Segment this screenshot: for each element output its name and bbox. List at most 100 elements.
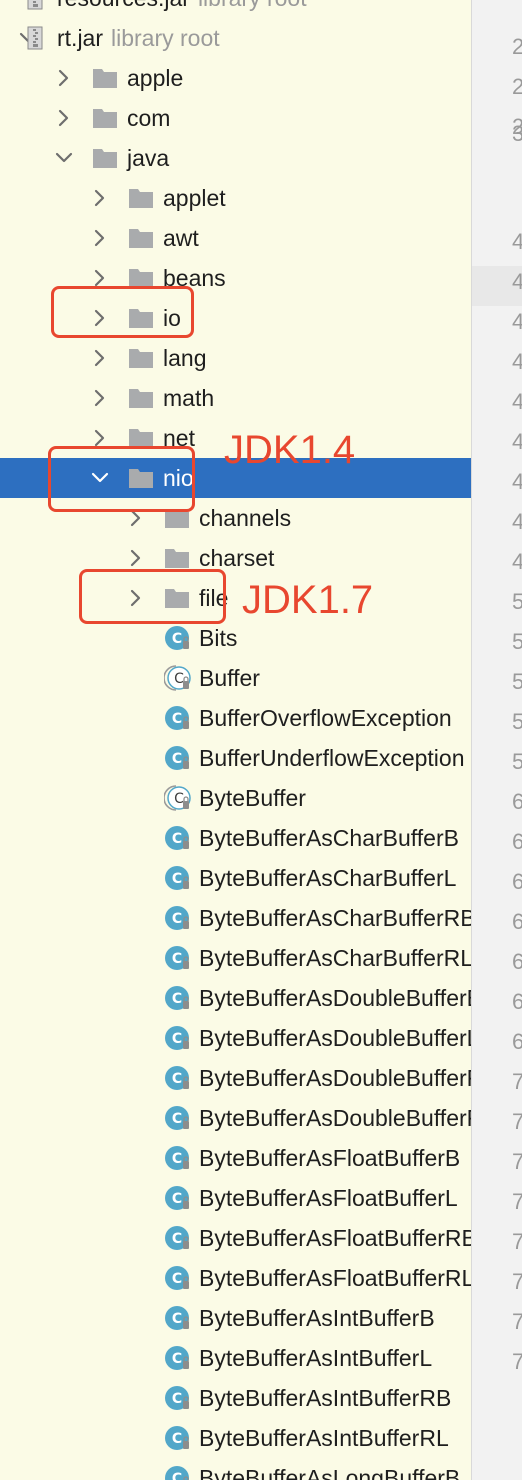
line-number: 3 [512,114,522,154]
tree-node-label: ByteBufferAsIntBufferB [199,1298,435,1338]
tree-node-label: ByteBufferAsFloatBufferRL [199,1258,471,1298]
svg-text:C: C [172,1471,182,1480]
line-number: 4 [512,422,522,462]
tree-node-label: ByteBufferAsIntBufferL [199,1338,432,1378]
tree-node-apple[interactable]: apple [0,58,471,98]
tree-node-bytebufferasfloatbufferrb[interactable]: C ByteBufferAsFloatBufferRB [0,1218,471,1258]
line-number: 7 [512,1302,522,1342]
tree-node-awt[interactable]: awt [0,218,471,258]
tree-node-label: BufferUnderflowException [199,738,465,778]
class-icon: C [164,625,190,650]
class-icon: C [164,1345,190,1370]
chevron-right-icon[interactable] [90,188,110,208]
tree-node-bytebufferasdoublebufferb[interactable]: C ByteBufferAsDoubleBufferB [0,978,471,1018]
tree-node-text: ByteBufferAsFloatBufferB [199,1145,461,1171]
tree-node-text: applet [163,185,226,211]
chevron-right-icon[interactable] [90,388,110,408]
tree-node-bytebufferascharbufferl[interactable]: C ByteBufferAsCharBufferL [0,858,471,898]
tree-node-label: ByteBufferAsCharBufferL [199,858,456,898]
package-folder-icon [128,346,154,370]
tree-node-bytebufferasintbufferl[interactable]: C ByteBufferAsIntBufferL [0,1338,471,1378]
tree-node-bytebufferasintbufferb[interactable]: C ByteBufferAsIntBufferB [0,1298,471,1338]
tree-node-bufferunderflowexception[interactable]: C BufferUnderflowException [0,738,471,778]
line-number: 5 [512,622,522,662]
tree-node-label: ByteBufferAsDoubleBufferRL [199,1098,471,1138]
svg-text:C: C [172,1431,182,1447]
tree-node-text: ByteBufferAsDoubleBufferB [199,985,471,1011]
tree-node-bytebufferasdoublebufferrl[interactable]: C ByteBufferAsDoubleBufferRL [0,1098,471,1138]
tree-node-charset[interactable]: charset [0,538,471,578]
line-number: 5 [512,702,522,742]
tree-node-math[interactable]: math [0,378,471,418]
annotation-file-version: JDK1.7 [242,578,374,622]
chevron-right-icon[interactable] [54,68,74,88]
chevron-right-icon[interactable] [126,548,146,568]
tree-node-bytebufferasdoublebufferl[interactable]: C ByteBufferAsDoubleBufferL [0,1018,471,1058]
tree-node-label: Buffer [199,658,260,698]
tree-node-text: ByteBufferAsDoubleBufferL [199,1025,471,1051]
svg-text:C: C [172,1031,182,1047]
class-icon: C [164,705,190,730]
tree-node-label: rt.jar library root [57,18,220,58]
project-tree-panel[interactable]: resources.jar library root rt.jar library r… [0,0,471,1480]
tree-node-bytebufferasfloatbufferl[interactable]: C ByteBufferAsFloatBufferL [0,1178,471,1218]
tree-node-bytebufferasfloatbufferb[interactable]: C ByteBufferAsFloatBufferB [0,1138,471,1178]
class-icon: C [164,1385,190,1410]
tree-node-bytebufferasdoublebufferrb[interactable]: C ByteBufferAsDoubleBufferRB [0,1058,471,1098]
class-icon: C [164,945,190,970]
tree-node-bytebufferascharbufferrb[interactable]: C ByteBufferAsCharBufferRB [0,898,471,938]
tree-node-rt-jar[interactable]: rt.jar library root [0,18,471,58]
line-number: 6 [512,822,522,862]
chevron-right-icon[interactable] [54,108,74,128]
tree-node-java[interactable]: java [0,138,471,178]
chevron-right-icon[interactable] [90,428,110,448]
tree-node-buffer[interactable]: C Buffer [0,658,471,698]
tree-node-bytebufferaslongbufferb[interactable]: C ByteBufferAsLongBufferB [0,1458,471,1480]
tree-node-bytebufferasintbufferrl[interactable]: C ByteBufferAsIntBufferRL [0,1418,471,1458]
tree-node-bytebufferasfloatbufferrl[interactable]: C ByteBufferAsFloatBufferRL [0,1258,471,1298]
tree-node-lang[interactable]: lang [0,338,471,378]
tree-node-label: channels [199,498,291,538]
tree-node-applet[interactable]: applet [0,178,471,218]
tree-node-bufferoverflowexception[interactable]: C BufferOverflowException [0,698,471,738]
tree-node-label: math [163,378,214,418]
tree-node-bytebuffer[interactable]: C ByteBuffer [0,778,471,818]
tree-node-text: ByteBufferAsDoubleBufferRL [199,1105,471,1131]
class-icon: C [164,1425,190,1450]
jar-archive-icon [22,0,48,10]
tree-node-com[interactable]: com [0,98,471,138]
line-number: 5 [512,582,522,622]
class-icon: C [164,985,190,1010]
svg-text:C: C [172,831,182,847]
highlight-box-nio [48,446,195,512]
tree-node-label: apple [127,58,183,98]
tree-node-text: ByteBufferAsCharBufferB [199,825,459,851]
chevron-down-icon[interactable] [54,148,74,168]
line-number: 7 [512,1222,522,1262]
svg-text:C: C [172,1271,182,1287]
tree-node-file[interactable]: file [0,578,471,618]
svg-text:C: C [172,751,182,767]
tree-node-label: com [127,98,170,138]
class-icon: C [164,865,190,890]
chevron-right-icon[interactable] [90,268,110,288]
svg-text:C: C [172,1071,182,1087]
svg-text:C: C [172,1351,182,1367]
library-root-hint: library root [111,25,220,51]
line-number: 7 [512,1182,522,1222]
tree-node-label: java [127,138,169,178]
tree-node-bytebufferasintbufferrb[interactable]: C ByteBufferAsIntBufferRB [0,1378,471,1418]
line-number: 6 [512,982,522,1022]
tree-node-resources-jar[interactable]: resources.jar library root [0,0,471,18]
line-number: 7 [512,1342,522,1382]
class-icon: C [164,1105,190,1130]
line-number: 7 [512,1062,522,1102]
tree-node-bits[interactable]: C Bits [0,618,471,658]
chevron-right-icon[interactable] [90,348,110,368]
svg-text:C: C [172,911,182,927]
tree-node-bytebufferascharbufferrl[interactable]: C ByteBufferAsCharBufferRL [0,938,471,978]
line-number: 4 [512,222,522,262]
chevron-right-icon[interactable] [90,228,110,248]
tree-node-label: ByteBufferAsIntBufferRB [199,1378,451,1418]
tree-node-bytebufferascharbufferb[interactable]: C ByteBufferAsCharBufferB [0,818,471,858]
